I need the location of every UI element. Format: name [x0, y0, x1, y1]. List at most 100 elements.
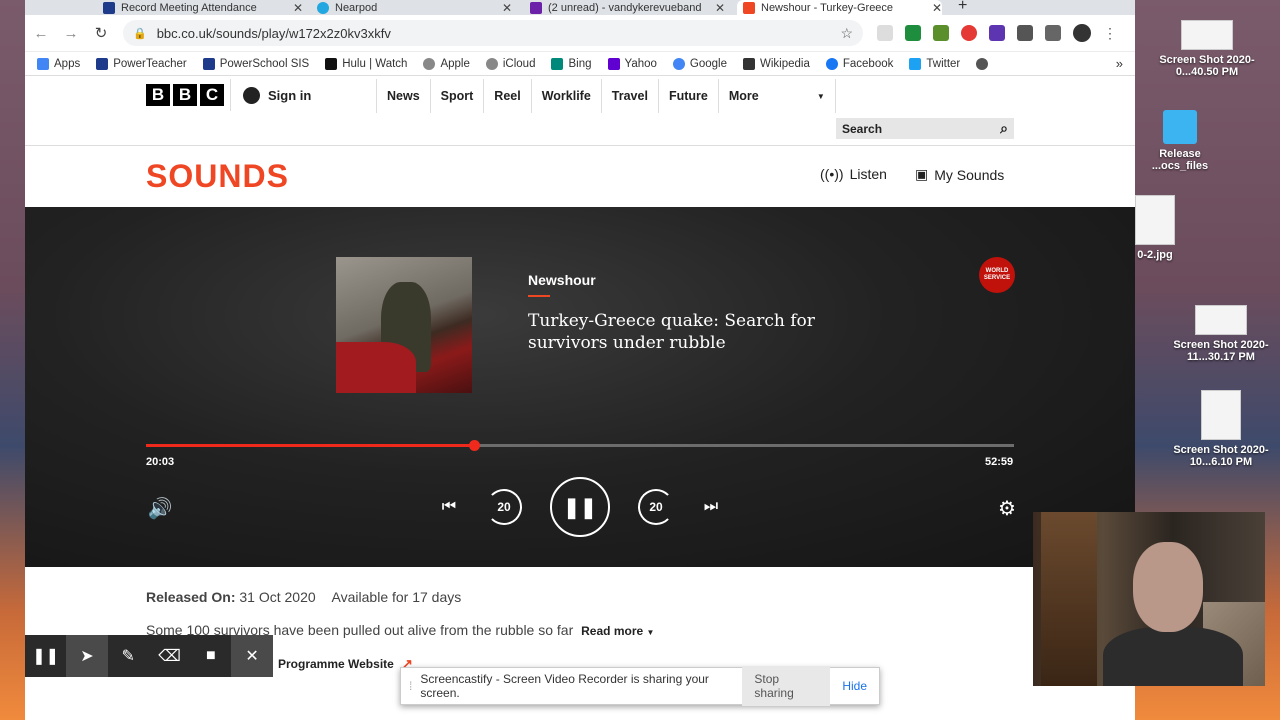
sign-in-link[interactable]: Sign in [230, 79, 311, 111]
sounds-bar: SOUNDS ((•)) Listen ▣ My Sounds [25, 146, 1135, 204]
bookmark-label: Apple [440, 57, 470, 70]
progress-handle[interactable] [469, 440, 481, 451]
eraser-tool-button[interactable]: ⌫ [149, 635, 190, 677]
sounds-logo[interactable]: SOUNDS [146, 158, 289, 195]
menu-dots-icon[interactable]: ⋮ [1103, 25, 1117, 42]
webcam-overlay[interactable] [1033, 512, 1265, 686]
bookmark-hulu[interactable]: Hulu | Watch [325, 57, 407, 70]
nav-news[interactable]: News [376, 79, 430, 113]
close-icon[interactable]: ✕ [715, 1, 725, 15]
tab-favicon-icon [743, 1, 755, 14]
my-sounds-link[interactable]: ▣ My Sounds [915, 166, 1004, 183]
bookmarks-bar: Apps PowerTeacher PowerSchool SIS Hulu |… [25, 52, 1135, 76]
bookmark-powerschool[interactable]: PowerSchool SIS [202, 57, 310, 70]
webcam-bookshelf [1041, 512, 1097, 686]
tab-nearpod[interactable]: Nearpod ✕ [317, 0, 512, 15]
tab-attendance[interactable]: Record Meeting Attendance ✕ [103, 0, 303, 15]
nav-future[interactable]: Future [657, 79, 718, 113]
broadcast-icon: ((•)) [820, 166, 844, 182]
close-icon[interactable]: ✕ [932, 1, 942, 15]
next-icon[interactable]: ⏭ [700, 496, 722, 518]
listen-link[interactable]: ((•)) Listen [820, 166, 887, 182]
release-info: Released On: 31 Oct 2020 Available for 1… [146, 589, 461, 605]
bookmark-globe[interactable] [976, 57, 989, 70]
read-more-label: Read more [581, 624, 644, 638]
desktop-folder[interactable]: Release ...ocs_files [1130, 110, 1230, 172]
nav-worklife[interactable]: Worklife [530, 79, 601, 113]
bookmark-icloud[interactable]: iCloud [485, 57, 535, 70]
bookmark-yahoo[interactable]: Yahoo [607, 57, 657, 70]
bookmark-apps[interactable]: Apps [37, 57, 80, 70]
tab-email[interactable]: (2 unread) - vandykerevueband ✕ [530, 0, 725, 15]
search-icon[interactable]: ⌕ [1000, 120, 1008, 137]
bbc-logo-letter: C [200, 84, 224, 106]
nav-travel[interactable]: Travel [600, 79, 658, 113]
puzzle-icon[interactable] [1017, 25, 1033, 41]
nav-reel[interactable]: Reel [483, 79, 530, 113]
bookmark-bing[interactable]: Bing [551, 57, 592, 70]
address-bar[interactable]: 🔒 bbc.co.uk/sounds/play/w172x2z0kv3xkfv … [123, 20, 863, 46]
bookmark-apple[interactable]: Apple [423, 57, 470, 70]
bookmark-wikipedia[interactable]: Wikipedia [743, 57, 810, 70]
world-service-badge[interactable]: WORLD SERVICE [979, 257, 1015, 293]
queue-icon[interactable] [1045, 25, 1061, 41]
previous-icon[interactable]: ⏮ [438, 496, 460, 518]
bbc-logo[interactable]: B B C [146, 84, 224, 106]
bookmark-label: Facebook [842, 57, 894, 70]
programme-website-link[interactable]: Programme Website ↗ [278, 656, 413, 672]
drag-handle-icon[interactable]: ⁞ [409, 679, 412, 693]
bookmark-label: PowerSchool SIS [219, 57, 310, 70]
tab-newshour[interactable]: Newshour - Turkey-Greece ✕ [737, 0, 942, 15]
apps-grid-icon [37, 57, 49, 70]
forward-20-button[interactable]: 20 [638, 489, 674, 525]
bookmarks-overflow-icon[interactable]: » [1116, 56, 1123, 71]
pause-button[interactable]: ❚❚ [550, 477, 610, 537]
current-time: 20:03 [146, 456, 175, 468]
nav-more[interactable]: More ▼ [717, 79, 836, 113]
close-icon[interactable]: ✕ [293, 1, 303, 15]
close-toolbar-button[interactable]: ✕ [231, 635, 273, 677]
progress-track[interactable] [146, 440, 1014, 451]
desktop-file[interactable]: Screen Shot 2020-11...30.17 PM [1171, 305, 1271, 363]
bookmark-facebook[interactable]: Facebook [825, 57, 894, 70]
url-text: bbc.co.uk/sounds/play/w172x2z0kv3xkfv [156, 25, 391, 41]
tab-favicon-icon [530, 1, 542, 14]
bbc-search-box[interactable]: Search ⌕ [836, 118, 1014, 139]
file-thumbnail [1195, 305, 1247, 335]
file-thumbnail [1201, 390, 1241, 440]
profile-avatar[interactable] [1073, 24, 1091, 42]
desktop-file-label: Release ...ocs_files [1151, 148, 1209, 172]
desktop-file[interactable]: Screen Shot 2020-0...40.50 PM [1157, 20, 1257, 78]
pen-tool-button[interactable]: ✎ [108, 635, 149, 677]
forward-icon[interactable]: → [63, 25, 79, 42]
hide-button[interactable]: Hide [838, 679, 871, 693]
extension-icon[interactable] [961, 25, 977, 41]
extension-icon[interactable] [877, 25, 893, 41]
title-underline [528, 295, 550, 297]
extensions-row: ⋮ [877, 24, 1117, 42]
settings-gear-icon[interactable]: ⚙ [995, 496, 1019, 520]
extension-icon[interactable] [905, 25, 921, 41]
programme-title[interactable]: Newshour [528, 272, 596, 288]
bookmark-twitter[interactable]: Twitter [909, 57, 960, 70]
close-icon[interactable]: ✕ [502, 1, 512, 15]
tab-title: Nearpod [335, 1, 378, 14]
artwork-blanket [336, 342, 416, 393]
bookmark-google[interactable]: Google [672, 57, 727, 70]
extension-icon[interactable] [989, 25, 1005, 41]
webcam-toggle-button[interactable]: ■ [190, 635, 231, 677]
nav-sport[interactable]: Sport [429, 79, 484, 113]
bookmark-powerteacher[interactable]: PowerTeacher [96, 57, 187, 70]
bookmark-star-icon[interactable]: ☆ [840, 25, 853, 42]
volume-icon[interactable]: 🔊 [146, 496, 174, 520]
back-icon[interactable]: ← [33, 25, 49, 42]
read-more-link[interactable]: Read more ▼ [581, 624, 654, 638]
desktop-file[interactable]: Screen Shot 2020-10...6.10 PM [1171, 390, 1271, 468]
reload-icon[interactable]: ↻ [93, 24, 109, 42]
stop-sharing-button[interactable]: Stop sharing [742, 666, 831, 706]
pause-recording-button[interactable]: ❚❚ [25, 635, 66, 677]
rewind-20-button[interactable]: 20 [486, 489, 522, 525]
new-tab-button[interactable]: + [958, 0, 967, 15]
extension-icon[interactable] [933, 25, 949, 41]
cursor-tool-button[interactable]: ➤ [66, 635, 108, 677]
